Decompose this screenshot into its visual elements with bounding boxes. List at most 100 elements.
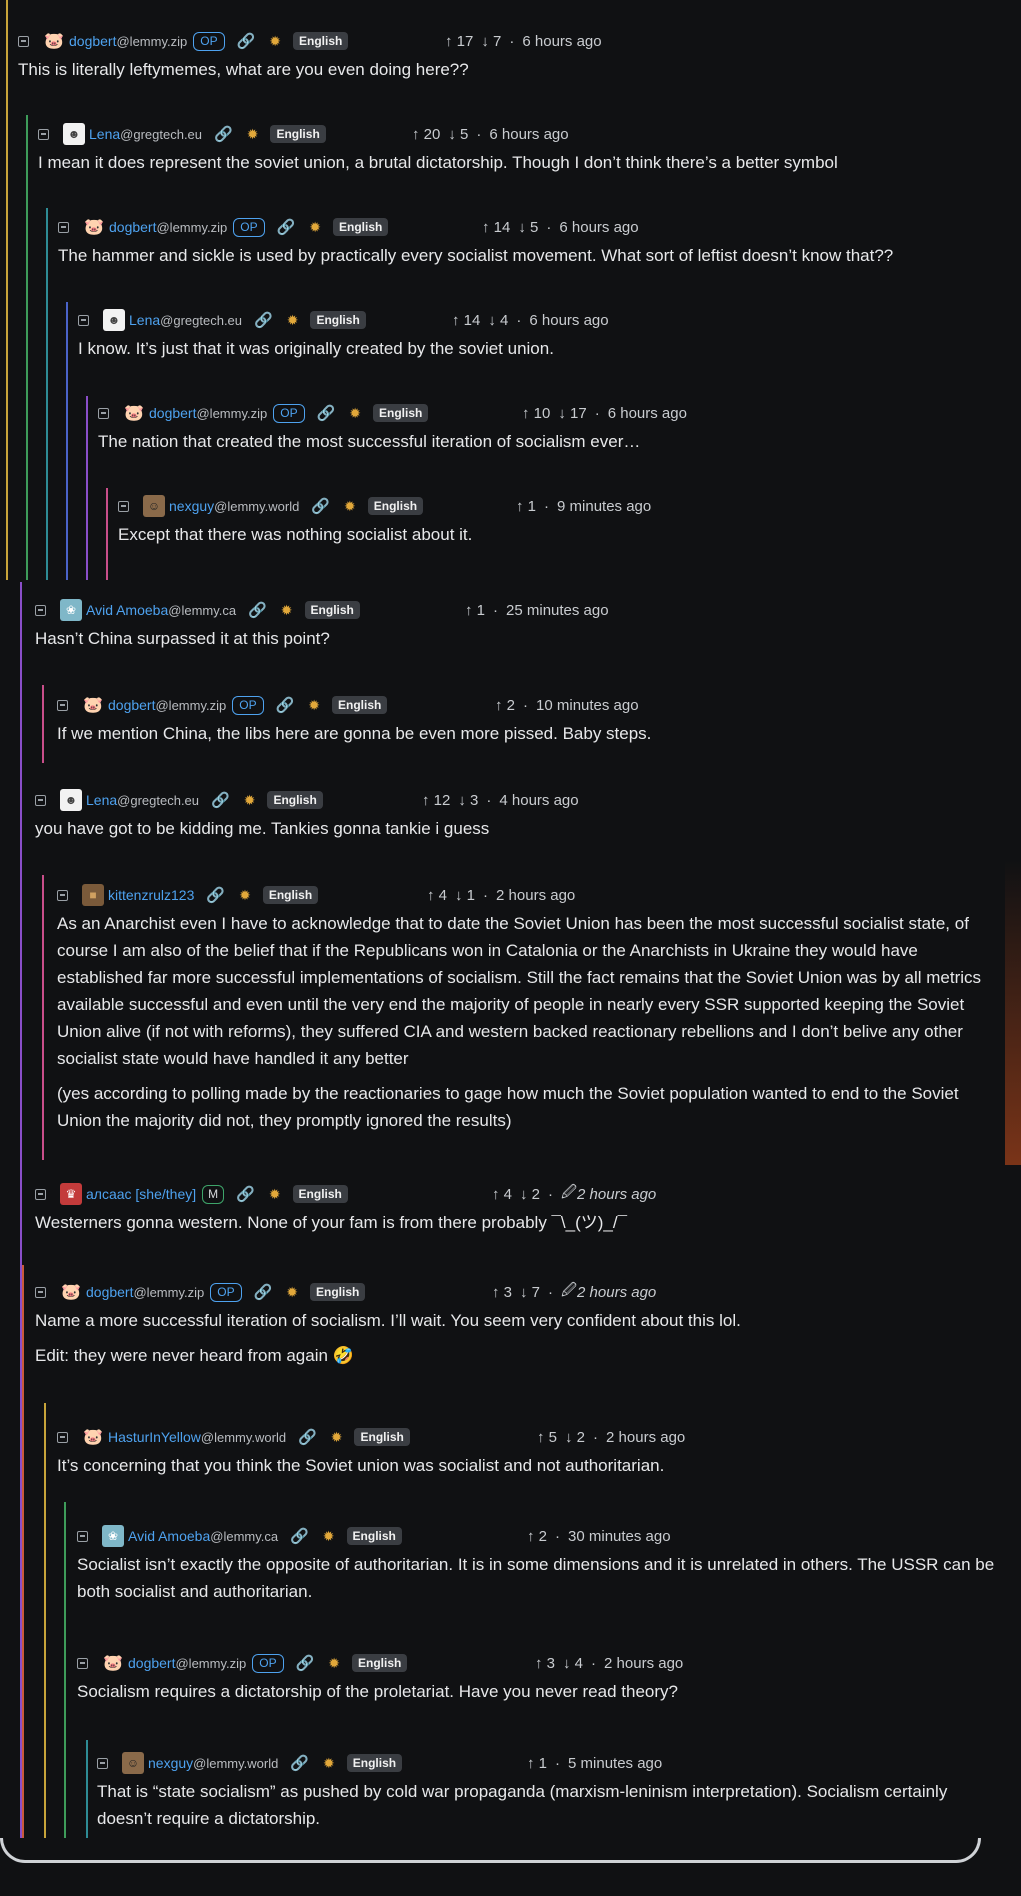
- thread-line[interactable]: [42, 875, 44, 1160]
- username-link[interactable]: Lena: [89, 126, 120, 142]
- lena-icon[interactable]: ☻: [103, 309, 125, 331]
- collapse-button[interactable]: [38, 128, 49, 140]
- upvote-count[interactable]: ↑ 4: [427, 887, 447, 904]
- federation-icon[interactable]: ✹: [286, 1284, 298, 1301]
- downvote-count[interactable]: ↓ 4: [488, 312, 508, 329]
- collapse-button[interactable]: [35, 1286, 46, 1298]
- link-icon[interactable]: 🔗: [254, 311, 273, 329]
- collapse-button[interactable]: [35, 604, 46, 616]
- username-link[interactable]: dogbert: [108, 697, 155, 713]
- username-link[interactable]: Lena: [86, 792, 117, 808]
- username-link[interactable]: dogbert: [109, 219, 156, 235]
- link-icon[interactable]: 🔗: [254, 1283, 273, 1301]
- collapse-button[interactable]: [58, 221, 69, 233]
- thread-line[interactable]: [66, 302, 68, 580]
- collapse-button[interactable]: [77, 1530, 88, 1542]
- link-icon[interactable]: 🔗: [296, 1654, 315, 1672]
- link-icon[interactable]: 🔗: [236, 1185, 255, 1203]
- upvote-count[interactable]: ↑ 1: [527, 1755, 547, 1772]
- link-icon[interactable]: 🔗: [237, 32, 256, 50]
- federation-icon[interactable]: ✹: [309, 219, 321, 236]
- upvote-count[interactable]: ↑ 12: [422, 792, 450, 809]
- upvote-count[interactable]: ↑ 17: [445, 33, 473, 50]
- thread-line[interactable]: [46, 208, 48, 580]
- thread-line[interactable]: [64, 1502, 66, 1838]
- collapse-button[interactable]: [18, 35, 29, 47]
- federation-icon[interactable]: ✹: [239, 887, 251, 904]
- collapse-button[interactable]: [57, 1431, 68, 1443]
- dog-icon[interactable]: 🐷: [123, 402, 145, 424]
- upvote-count[interactable]: ↑ 1: [465, 602, 485, 619]
- downvote-count[interactable]: ↓ 7: [481, 33, 501, 50]
- collapse-button[interactable]: [118, 500, 129, 512]
- username-link[interactable]: kittenzrulz123: [108, 887, 194, 903]
- lena-icon[interactable]: ☻: [60, 789, 82, 811]
- alsaas-icon[interactable]: ♛: [60, 1183, 82, 1205]
- dog-icon[interactable]: 🐷: [83, 216, 105, 238]
- downvote-count[interactable]: ↓ 3: [458, 792, 478, 809]
- username-link[interactable]: dogbert: [69, 33, 116, 49]
- collapse-button[interactable]: [98, 407, 109, 419]
- username-link[interactable]: Avid Amoeba: [86, 602, 168, 618]
- username-link[interactable]: dogbert: [149, 405, 196, 421]
- link-icon[interactable]: 🔗: [317, 404, 336, 422]
- upvote-count[interactable]: ↑ 14: [452, 312, 480, 329]
- upvote-count[interactable]: ↑ 5: [537, 1429, 557, 1446]
- username-link[interactable]: алсаас [she/they]: [86, 1186, 196, 1202]
- link-icon[interactable]: 🔗: [211, 791, 230, 809]
- thread-line[interactable]: [26, 115, 28, 580]
- federation-icon[interactable]: ✹: [331, 1429, 343, 1446]
- downvote-count[interactable]: ↓ 2: [565, 1429, 585, 1446]
- downvote-count[interactable]: ↓ 5: [518, 219, 538, 236]
- dog-icon[interactable]: 🐷: [102, 1652, 124, 1674]
- hastur-icon[interactable]: 🐷: [82, 1426, 104, 1448]
- collapse-button[interactable]: [57, 699, 68, 711]
- link-icon[interactable]: 🔗: [248, 601, 267, 619]
- nexguy-icon[interactable]: ☺: [122, 1752, 144, 1774]
- downvote-count[interactable]: ↓ 1: [455, 887, 475, 904]
- link-icon[interactable]: 🔗: [311, 497, 330, 515]
- federation-icon[interactable]: ✹: [328, 1655, 340, 1672]
- username-link[interactable]: Avid Amoeba: [128, 1528, 210, 1544]
- collapse-button[interactable]: [35, 1188, 46, 1200]
- dog-icon[interactable]: 🐷: [43, 30, 65, 52]
- downvote-count[interactable]: ↓ 17: [558, 405, 586, 422]
- collapse-button[interactable]: [57, 889, 68, 901]
- nexguy-icon[interactable]: ☺: [143, 495, 165, 517]
- federation-icon[interactable]: ✹: [308, 697, 320, 714]
- federation-icon[interactable]: ✹: [323, 1755, 335, 1772]
- collapse-button[interactable]: [78, 314, 89, 326]
- link-icon[interactable]: 🔗: [206, 886, 225, 904]
- dog-icon[interactable]: 🐷: [82, 694, 104, 716]
- federation-icon[interactable]: ✹: [269, 33, 281, 50]
- downvote-count[interactable]: ↓ 5: [448, 126, 468, 143]
- link-icon[interactable]: 🔗: [298, 1428, 317, 1446]
- thread-line[interactable]: [106, 488, 108, 580]
- federation-icon[interactable]: ✹: [244, 792, 256, 809]
- downvote-count[interactable]: ↓ 2: [520, 1186, 540, 1203]
- federation-icon[interactable]: ✹: [349, 405, 361, 422]
- username-link[interactable]: nexguy: [148, 1755, 193, 1771]
- amoeba-icon[interactable]: ❀: [60, 599, 82, 621]
- link-icon[interactable]: 🔗: [290, 1754, 309, 1772]
- collapse-button[interactable]: [35, 794, 46, 806]
- downvote-count[interactable]: ↓ 4: [563, 1655, 583, 1672]
- lena-icon[interactable]: ☻: [63, 123, 85, 145]
- federation-icon[interactable]: ✹: [281, 602, 293, 619]
- thread-line[interactable]: [22, 1265, 24, 1838]
- amoeba-icon[interactable]: ❀: [102, 1525, 124, 1547]
- upvote-count[interactable]: ↑ 20: [412, 126, 440, 143]
- upvote-count[interactable]: ↑ 10: [522, 405, 550, 422]
- collapse-button[interactable]: [77, 1657, 88, 1669]
- federation-icon[interactable]: ✹: [323, 1528, 335, 1545]
- link-icon[interactable]: 🔗: [276, 696, 295, 714]
- link-icon[interactable]: 🔗: [277, 218, 296, 236]
- username-link[interactable]: HasturInYellow: [108, 1429, 201, 1445]
- username-link[interactable]: nexguy: [169, 498, 214, 514]
- collapse-button[interactable]: [97, 1757, 108, 1769]
- upvote-count[interactable]: ↑ 1: [516, 498, 536, 515]
- link-icon[interactable]: 🔗: [290, 1527, 309, 1545]
- username-link[interactable]: dogbert: [86, 1284, 133, 1300]
- upvote-count[interactable]: ↑ 3: [535, 1655, 555, 1672]
- dog-icon[interactable]: 🐷: [60, 1281, 82, 1303]
